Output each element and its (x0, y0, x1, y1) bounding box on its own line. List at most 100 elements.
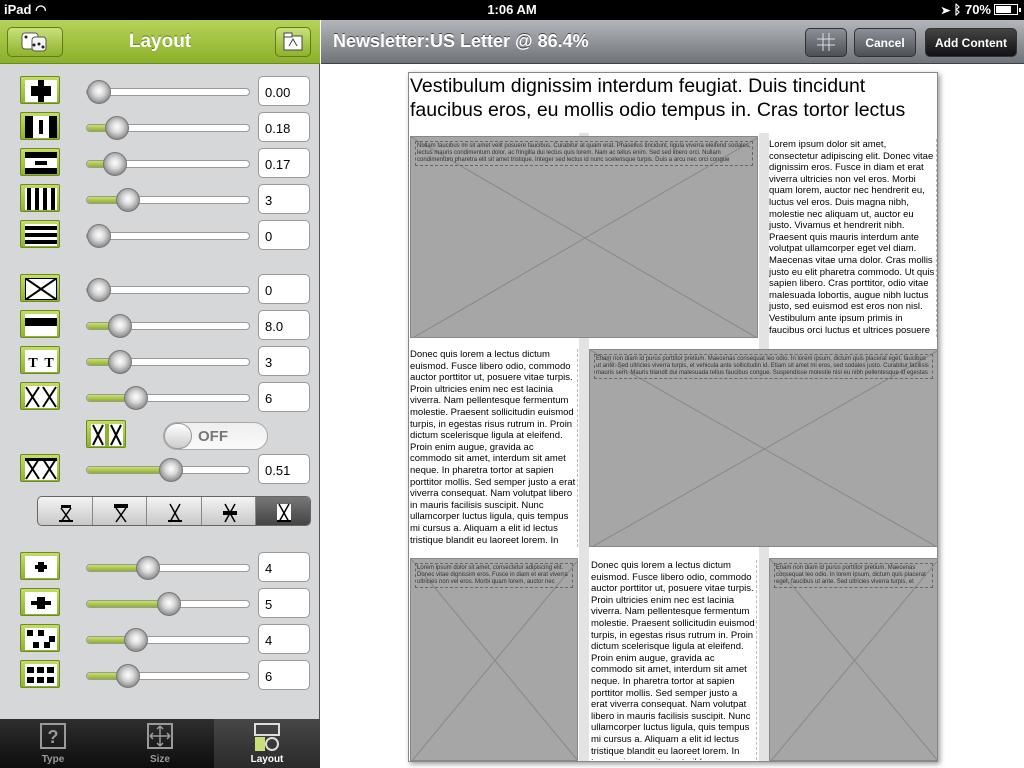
headline-text[interactable]: Vestibulum dignissim interdum feugiat. D… (410, 74, 937, 122)
slider-thumb[interactable] (124, 628, 149, 652)
value-slider[interactable] (86, 556, 250, 580)
add-content-button[interactable]: Add Content (925, 28, 1017, 57)
svg-text:T: T (28, 356, 38, 371)
value-slider[interactable] (86, 80, 250, 104)
value-slider[interactable] (86, 278, 250, 302)
slider-thumb[interactable] (107, 350, 132, 374)
svg-text:T: T (44, 356, 54, 371)
slider-thumb[interactable] (158, 458, 183, 482)
value-field[interactable]: 0 (258, 274, 310, 304)
slider-thumb[interactable] (157, 592, 181, 616)
value-field[interactable]: 8.0 (258, 310, 310, 340)
resize-icon (147, 723, 173, 749)
value-slider[interactable] (86, 116, 250, 140)
value-field[interactable]: 3 (258, 346, 310, 376)
density-row: 0.51 (0, 450, 320, 486)
image-placeholder[interactable]: Etiam non diam id purus porttitor pretiu… (589, 349, 937, 547)
left_panel.rows_group3-row: 5 (0, 584, 320, 620)
image-placeholder[interactable]: Lorem ipsum dolor sit amet, consectetur … (410, 558, 578, 761)
value-slider[interactable] (86, 350, 250, 374)
segment-align-bottom[interactable] (256, 497, 310, 525)
battery-status: ➤ ᛒ 70% (942, 2, 1021, 17)
segment-align-center[interactable] (147, 497, 202, 525)
value-field[interactable]: 4 (258, 624, 310, 654)
slider-thumb[interactable] (135, 556, 160, 580)
layout-header: Layout (0, 20, 320, 64)
slider-thumb[interactable] (116, 188, 140, 212)
editor-area: Newsletter:US Letter @ 86.4% Cancel Add … (321, 20, 1024, 768)
row-margins-icon (20, 148, 60, 176)
image-placeholder[interactable]: Nullam faucibus mi sit amet velit posuer… (410, 136, 758, 338)
tab-bar: ? Type Size Layout (0, 719, 320, 768)
align-top-bar-icon (113, 504, 128, 523)
value-field[interactable]: 6 (258, 382, 310, 412)
value-field[interactable]: 0 (258, 220, 310, 250)
grid-button[interactable] (805, 28, 847, 57)
value-slider[interactable] (86, 592, 250, 616)
value-field[interactable]: 0.18 (258, 112, 310, 142)
svg-text:?: ? (48, 727, 59, 747)
grid-icon (817, 33, 835, 51)
slider-thumb[interactable] (87, 224, 111, 248)
value-field[interactable]: 5 (258, 588, 310, 618)
tab-layout[interactable]: Layout (214, 719, 320, 768)
column-margins-icon (20, 112, 60, 140)
value-field[interactable]: 3 (258, 184, 310, 214)
rows-icon (20, 220, 60, 248)
layout-icon (254, 723, 280, 751)
align-top-icon (59, 505, 73, 523)
value-slider[interactable] (86, 628, 250, 652)
value-slider[interactable] (86, 152, 250, 176)
segment-align-top-bar[interactable] (93, 497, 148, 525)
value-slider[interactable] (86, 386, 250, 410)
density-icon (20, 454, 60, 482)
slider-thumb[interactable] (102, 152, 127, 176)
left_panel.rows_group2-row: 6 (0, 378, 320, 414)
slider-thumb[interactable] (87, 80, 111, 104)
layout-panel: Layout 0.00 0.18 0.17 3 0 0 8.0 T T 3 6 0.51 OFF 4 5… (0, 20, 320, 768)
value-slider[interactable] (86, 224, 250, 248)
split-columns-icon (86, 420, 126, 448)
text-column[interactable]: Lorem ipsum dolor sit amet, consectetur … (769, 139, 937, 337)
tab-type[interactable]: ? Type (0, 719, 106, 768)
value-field[interactable]: 6 (258, 660, 310, 690)
value-slider[interactable] (86, 314, 250, 338)
value-slider[interactable] (86, 458, 250, 482)
page-margins-icon (20, 76, 60, 104)
left_panel.rows_group3-row: 4 (0, 620, 320, 656)
text-column[interactable]: Donec quis lorem a lectus dictum euismod… (410, 349, 578, 547)
segment-align-middle-bar[interactable] (202, 497, 257, 525)
segment-align-top[interactable] (38, 497, 93, 525)
slider-thumb[interactable] (116, 664, 140, 688)
slider-thumb[interactable] (124, 386, 149, 410)
image-caption: Etiam non diam id purus porttitor pretiu… (594, 354, 933, 379)
left_panel.rows_group2-row: 8.0 (0, 306, 320, 342)
value-slider[interactable] (86, 188, 250, 212)
alignment-segmented-control[interactable] (37, 496, 311, 526)
value-field[interactable]: 0.17 (258, 148, 310, 178)
question-icon: ? (40, 723, 66, 749)
grid-wide-icon (20, 588, 60, 616)
editor-toolbar: Newsletter:US Letter @ 86.4% Cancel Add … (321, 20, 1024, 64)
value-slider[interactable] (86, 664, 250, 688)
left_panel.rows_group3-row: 6 (0, 656, 320, 692)
left_panel.rows_group2-row: TT 3 (0, 342, 320, 378)
value-field[interactable]: 0.00 (258, 76, 310, 106)
left_panel.rows_group1-row: 3 (0, 180, 320, 216)
clock: 1:06 AM (487, 2, 537, 17)
split-columns-toggle[interactable]: OFF (163, 422, 268, 450)
slider-thumb[interactable] (104, 116, 129, 140)
newsletter-page[interactable]: Vestibulum dignissim interdum feugiat. D… (408, 72, 938, 762)
document-title: Newsletter:US Letter @ 86.4% (333, 31, 589, 51)
left_panel.rows_group1-row: 0.18 (0, 108, 320, 144)
slider-thumb[interactable] (107, 314, 132, 338)
tab-size[interactable]: Size (107, 719, 213, 768)
image-placeholder[interactable]: Etiam non diam id purus porttitor pretiu… (769, 558, 937, 761)
value-field[interactable]: 4 (258, 552, 310, 582)
cancel-button[interactable]: Cancel (854, 28, 916, 57)
text-column[interactable]: Donec quis lorem a lectus dictum euismod… (591, 560, 757, 760)
columns-icon (20, 184, 60, 212)
templates-button[interactable] (275, 27, 311, 57)
slider-thumb[interactable] (87, 278, 111, 302)
value-field[interactable]: 0.51 (258, 454, 310, 484)
